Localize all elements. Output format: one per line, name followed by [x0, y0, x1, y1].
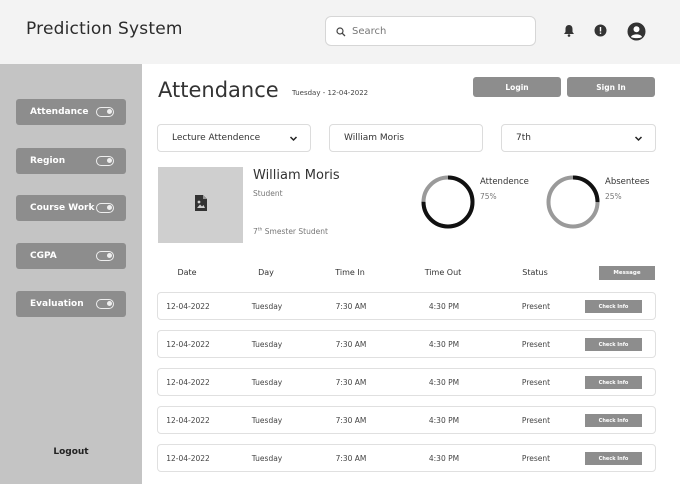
- cell-time-in: 7:30 AM: [335, 416, 367, 425]
- cell-time-out: 4:30 PM: [428, 340, 460, 349]
- cell-day: Tuesday: [251, 378, 283, 387]
- toggle-icon[interactable]: [96, 251, 114, 261]
- column-header-time-in: Time In: [335, 268, 365, 277]
- cell-status: Present: [521, 340, 551, 349]
- cell-day: Tuesday: [251, 454, 283, 463]
- check-info-button[interactable]: Check Info: [585, 414, 642, 427]
- lecture-type-select[interactable]: Lecture Attendence: [157, 124, 311, 152]
- cell-date: 12-04-2022: [166, 454, 210, 463]
- cell-day: Tuesday: [251, 340, 283, 349]
- cell-time-in: 7:30 AM: [335, 378, 367, 387]
- check-info-button[interactable]: Check Info: [585, 300, 642, 313]
- student-field-value: William Moris: [344, 133, 405, 143]
- sign-in-button[interactable]: Sign In: [567, 77, 655, 97]
- sidebar-item-course-work[interactable]: Course Work: [16, 195, 126, 221]
- app-title: Prediction System: [26, 19, 183, 39]
- logout-link[interactable]: Logout: [0, 447, 142, 457]
- absentees-percent: 25%: [605, 192, 622, 201]
- chevron-down-icon: [289, 134, 298, 143]
- cell-time-in: 7:30 AM: [335, 340, 367, 349]
- attendance-label: Attendence: [480, 177, 529, 187]
- page-date: Tuesday - 12-04-2022: [292, 89, 369, 97]
- cell-date: 12-04-2022: [166, 378, 210, 387]
- sidebar: Attendance Region Course Work CGPA Evalu…: [0, 64, 142, 484]
- semester-select[interactable]: 7th: [501, 124, 656, 152]
- alert-icon[interactable]: [593, 22, 607, 38]
- cell-status: Present: [521, 416, 551, 425]
- cell-status: Present: [521, 302, 551, 311]
- cell-time-out: 4:30 PM: [428, 302, 460, 311]
- message-button[interactable]: Message: [599, 266, 655, 280]
- table-row: 12-04-2022 Tuesday 7:30 AM 4:30 PM Prese…: [157, 444, 656, 472]
- table-row: 12-04-2022 Tuesday 7:30 AM 4:30 PM Prese…: [157, 292, 656, 320]
- cell-date: 12-04-2022: [166, 416, 210, 425]
- attendance-percent: 75%: [480, 192, 497, 201]
- column-header-day: Day: [258, 268, 274, 277]
- login-button[interactable]: Login: [473, 77, 561, 97]
- cell-time-in: 7:30 AM: [335, 454, 367, 463]
- cell-date: 12-04-2022: [166, 340, 210, 349]
- absentees-label: Absentees: [605, 177, 650, 187]
- sidebar-item-evaluation[interactable]: Evaluation: [16, 291, 126, 317]
- sidebar-item-label: Region: [30, 156, 66, 166]
- column-header-date: Date: [177, 268, 197, 277]
- cell-date: 12-04-2022: [166, 302, 210, 311]
- sidebar-item-label: CGPA: [30, 251, 57, 261]
- search-input[interactable]: [352, 25, 522, 37]
- toggle-icon[interactable]: [96, 203, 114, 213]
- cell-day: Tuesday: [251, 416, 283, 425]
- cell-status: Present: [521, 454, 551, 463]
- cell-day: Tuesday: [251, 302, 283, 311]
- sidebar-item-label: Course Work: [30, 203, 95, 213]
- lecture-type-value: Lecture Attendence: [172, 133, 261, 143]
- bell-icon[interactable]: [562, 22, 576, 38]
- cell-time-out: 4:30 PM: [428, 454, 460, 463]
- sidebar-item-label: Evaluation: [30, 299, 84, 309]
- check-info-button[interactable]: Check Info: [585, 338, 642, 351]
- column-header-status: Status: [522, 268, 548, 277]
- toggle-icon[interactable]: [96, 299, 114, 309]
- sidebar-item-label: Attendance: [30, 107, 89, 117]
- attendance-donut: [421, 175, 475, 229]
- semester-value: 7th: [516, 133, 531, 143]
- student-semester: 7th Smester Student: [253, 227, 328, 236]
- table-row: 12-04-2022 Tuesday 7:30 AM 4:30 PM Prese…: [157, 406, 656, 434]
- table-row: 12-04-2022 Tuesday 7:30 AM 4:30 PM Prese…: [157, 368, 656, 396]
- toggle-icon[interactable]: [96, 156, 114, 166]
- student-name: William Moris: [253, 168, 340, 183]
- top-bar: Prediction System: [0, 0, 680, 64]
- absentees-donut: [546, 175, 600, 229]
- cell-time-out: 4:30 PM: [428, 378, 460, 387]
- table-row: 12-04-2022 Tuesday 7:30 AM 4:30 PM Prese…: [157, 330, 656, 358]
- sidebar-item-region[interactable]: Region: [16, 148, 126, 174]
- cell-time-out: 4:30 PM: [428, 416, 460, 425]
- student-photo: [158, 167, 243, 243]
- check-info-button[interactable]: Check Info: [585, 376, 642, 389]
- cell-time-in: 7:30 AM: [335, 302, 367, 311]
- search-icon: [336, 22, 346, 41]
- toggle-icon[interactable]: [96, 107, 114, 117]
- cell-status: Present: [521, 378, 551, 387]
- page-title: Attendance: [158, 78, 279, 102]
- semester-text: Smester Student: [262, 227, 328, 236]
- sidebar-item-attendance[interactable]: Attendance: [16, 99, 126, 125]
- column-header-time-out: Time Out: [424, 268, 462, 277]
- student-field[interactable]: William Moris: [329, 124, 483, 152]
- sidebar-item-cgpa[interactable]: CGPA: [16, 243, 126, 269]
- check-info-button[interactable]: Check Info: [585, 452, 642, 465]
- user-account-icon[interactable]: [626, 21, 646, 41]
- image-placeholder-icon: [194, 195, 208, 215]
- search-box[interactable]: [325, 16, 536, 46]
- student-role: Student: [253, 189, 283, 198]
- chevron-down-icon: [634, 134, 643, 143]
